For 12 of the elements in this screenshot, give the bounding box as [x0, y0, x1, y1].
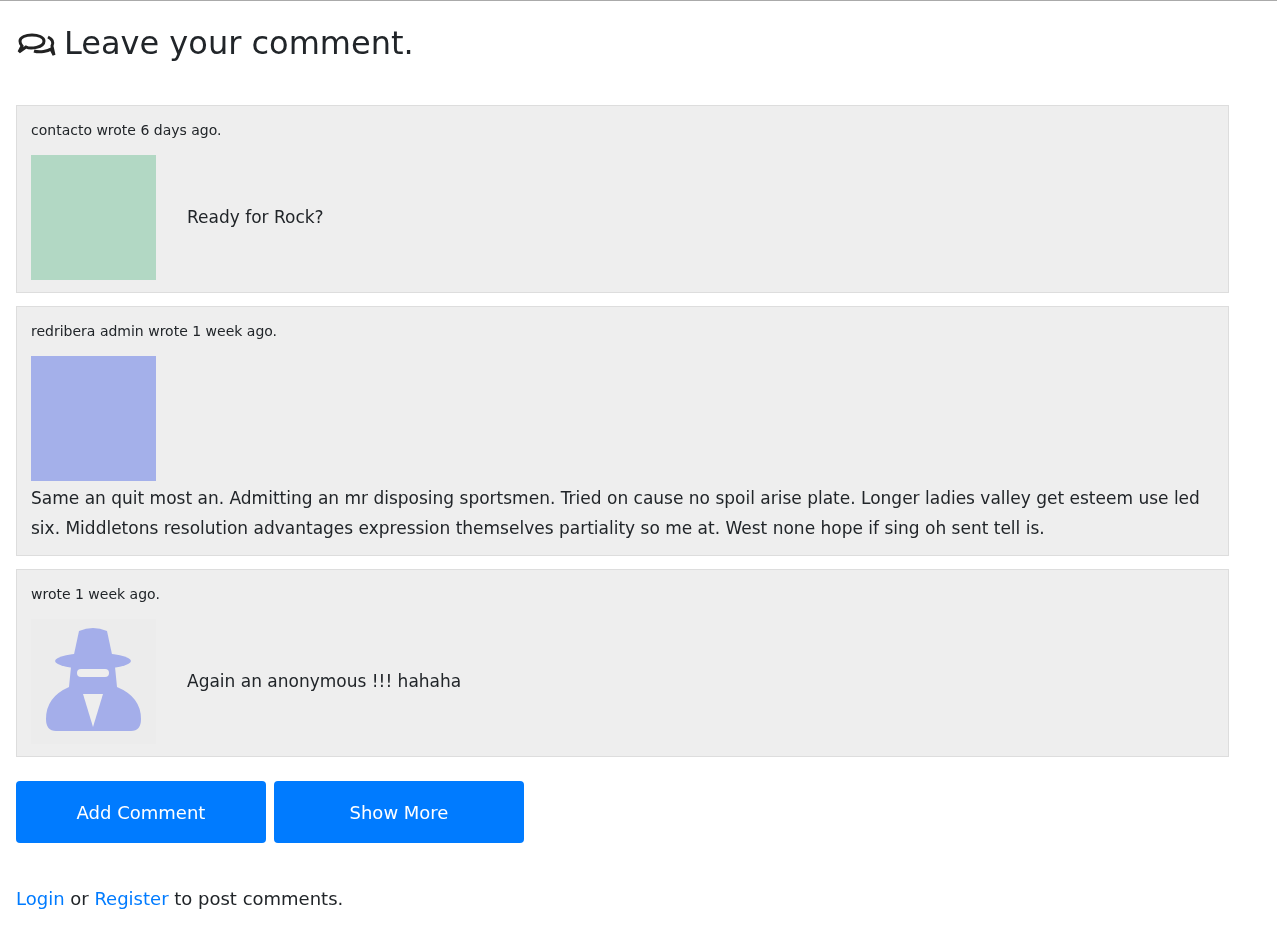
login-link[interactable]: Login — [16, 888, 65, 909]
login-prompt: Login or Register to post comments. — [16, 887, 345, 911]
page-heading: Leave your comment. — [64, 23, 414, 64]
register-link[interactable]: Register — [94, 888, 169, 909]
action-button[interactable]: Show More — [274, 781, 524, 843]
comment-text: Same an quit most an. Admitting an mr disposing sportsmen. Tried on cause no spoil arise plate. Longer ladies valley get esteem use led six. Middletons resolution advantages expression themselves partiality so me at. West none hope if sing oh sent tell is. — [31, 487, 1201, 540]
comment-byline: wrote 1 week ago. — [31, 585, 161, 604]
comment-byline: contacto wrote 6 days ago. — [31, 121, 223, 140]
comment-text: Again an anonymous !!! hahaha — [187, 669, 462, 693]
comment-byline: redribera admin wrote 1 week ago. — [31, 322, 279, 341]
action-button[interactable]: Add Comment — [16, 781, 266, 843]
comment-text: Ready for Rock? — [187, 205, 324, 229]
